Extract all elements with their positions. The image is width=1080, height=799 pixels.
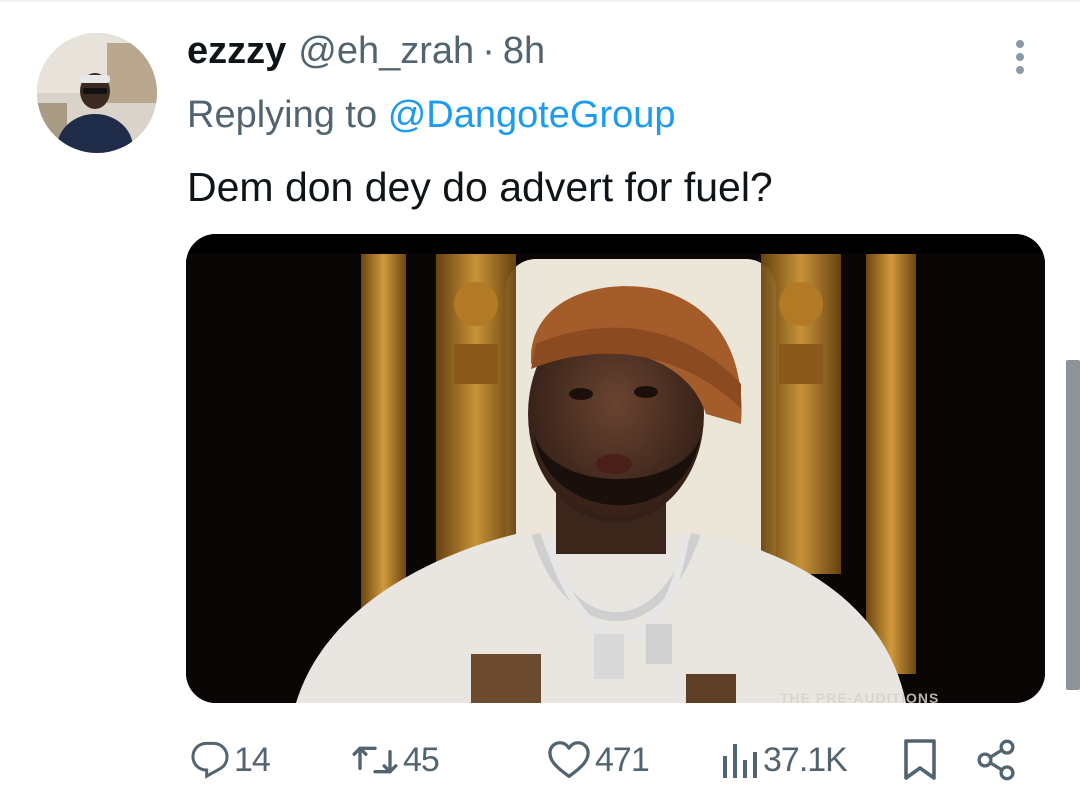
heart-icon: [548, 741, 590, 778]
repost-button[interactable]: 45: [351, 735, 440, 785]
top-divider: [0, 0, 1080, 2]
share-button[interactable]: [974, 735, 1018, 785]
display-name[interactable]: ezzzy: [187, 30, 286, 73]
replying-mention-link[interactable]: @DangoteGroup: [388, 94, 676, 136]
bookmark-icon: [904, 739, 936, 780]
views-button[interactable]: 37.1K: [719, 735, 848, 785]
views-bar-chart-icon: [723, 744, 757, 778]
more-vertical-icon[interactable]: [1004, 38, 1036, 78]
replying-to: Replying to @DangoteGroup: [187, 94, 676, 137]
replying-prefix: Replying to: [187, 94, 378, 136]
avatar[interactable]: [37, 33, 157, 153]
repost-count: 45: [403, 740, 440, 779]
reply-count: 14: [234, 740, 271, 779]
scrollbar[interactable]: [1066, 360, 1080, 690]
user-handle[interactable]: @eh_zrah: [298, 30, 474, 73]
timestamp[interactable]: 8h: [503, 30, 545, 73]
like-count: 471: [595, 740, 650, 779]
separator-dot: ·: [482, 30, 495, 72]
repost-icon: [352, 746, 398, 774]
bookmark-button[interactable]: [902, 735, 938, 785]
like-button[interactable]: 471: [547, 735, 650, 785]
action-bar: 14 45 471 37.1K: [186, 735, 1046, 785]
tweet-text: Dem don dey do advert for fuel?: [187, 164, 773, 210]
views-count: 37.1K: [763, 740, 848, 779]
tweet-header: ezzzy @eh_zrah · 8h: [187, 30, 545, 82]
reply-icon: [191, 741, 229, 779]
share-icon: [977, 739, 1015, 781]
media-watermark: THE PRE-AUDITIONS: [780, 690, 940, 706]
reply-button[interactable]: 14: [190, 735, 271, 785]
tweet-media-image[interactable]: [186, 234, 1045, 703]
